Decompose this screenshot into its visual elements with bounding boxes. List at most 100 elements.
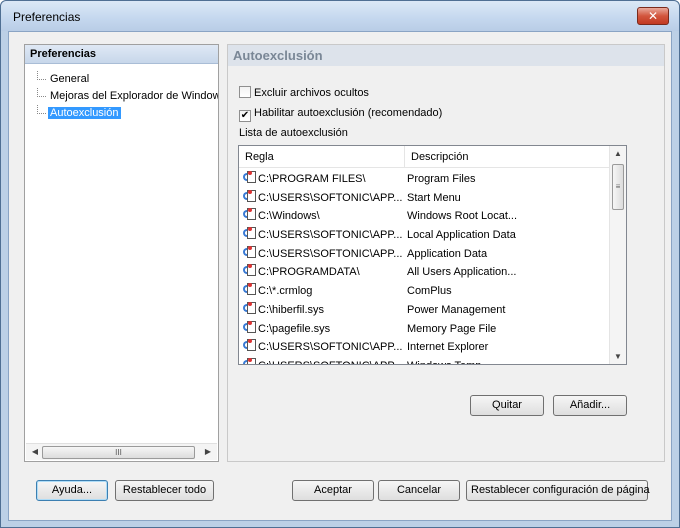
rule-cell: C:\hiberfil.sys	[243, 301, 408, 319]
description-cell: ComPlus	[407, 285, 452, 298]
rule-cell: C:\*.crmlog	[243, 282, 408, 300]
scroll-right-icon[interactable]: ▶	[203, 447, 213, 456]
exclusion-rule-icon	[243, 357, 256, 364]
rule-cell: C:\USERS\SOFTONIC\APP...	[243, 357, 408, 364]
description-cell: Local Application Data	[407, 229, 516, 242]
help-button[interactable]: Ayuda...	[36, 480, 108, 501]
list-item[interactable]: C:\pagefile.sys Memory Page File	[239, 320, 610, 339]
description-cell: Windows Root Locat...	[407, 210, 518, 223]
dialog-body: Preferencias General Mejoras del Explora…	[8, 31, 672, 521]
tree-branch-line	[37, 105, 46, 114]
rule-cell: C:\Windows\	[243, 207, 408, 225]
column-header-description[interactable]: Descripción	[405, 146, 610, 168]
add-button[interactable]: Añadir...	[553, 395, 627, 416]
reset-all-button[interactable]: Restablecer todo	[115, 480, 214, 501]
exclude-hidden-files-checkbox[interactable]: Excluir archivos ocultos	[239, 86, 369, 102]
rule-text: C:\USERS\SOFTONIC\APP...	[258, 247, 403, 260]
horizontal-scroll-thumb[interactable]: III	[42, 446, 195, 459]
exclusion-rule-icon	[243, 245, 256, 259]
list-item[interactable]: C:\Windows\ Windows Root Locat...	[239, 207, 610, 226]
rule-cell: C:\USERS\SOFTONIC\APP...	[243, 189, 408, 207]
tree-item-label: Mejoras del Explorador de Windows	[50, 90, 218, 102]
rule-text: C:\USERS\SOFTONIC\APP...	[258, 341, 403, 354]
rule-text: C:\PROGRAMDATA\	[258, 266, 360, 279]
cancel-button[interactable]: Cancelar	[378, 480, 460, 501]
rule-cell: C:\PROGRAMDATA\	[243, 263, 408, 281]
rule-cell: C:\USERS\SOFTONIC\APP...	[243, 245, 408, 263]
scroll-down-icon[interactable]: ▼	[610, 352, 626, 361]
window-title: Preferencias	[13, 10, 81, 24]
checkbox-box[interactable]	[239, 86, 251, 98]
navigation-tree: General Mejoras del Explorador de Window…	[25, 71, 218, 122]
exclusion-rule-icon	[243, 320, 256, 334]
rule-cell: C:\pagefile.sys	[243, 320, 408, 338]
rule-text: C:\USERS\SOFTONIC\APP...	[258, 360, 402, 364]
exclusion-list[interactable]: Regla Descripción C:\PROGRAM FILES\ Progr…	[238, 145, 627, 365]
list-item[interactable]: C:\USERS\SOFTONIC\APP... Internet Explore…	[239, 338, 610, 357]
navigation-header: Preferencias	[25, 45, 218, 64]
tree-item-general[interactable]: General	[25, 71, 218, 88]
scroll-left-icon[interactable]: ◀	[30, 447, 40, 456]
scroll-up-icon[interactable]: ▲	[610, 149, 626, 158]
exclusion-rule-icon	[243, 301, 256, 315]
rule-cell: C:\PROGRAM FILES\	[243, 170, 408, 188]
tree-branch-line	[37, 88, 46, 97]
accept-button[interactable]: Aceptar	[292, 480, 374, 501]
rule-text: C:\PROGRAM FILES\	[258, 173, 366, 185]
description-cell: Memory Page File	[407, 322, 497, 335]
exclusion-rule-icon	[243, 189, 256, 203]
list-header: Regla Descripción	[239, 146, 610, 168]
rule-text: C:\*.crmlog	[258, 285, 313, 298]
rule-text: C:\USERS\SOFTONIC\APP...	[258, 191, 403, 204]
checkbox-box[interactable]: ✔	[239, 110, 251, 122]
rule-text: C:\pagefile.sys	[258, 322, 331, 335]
navigation-panel: Preferencias General Mejoras del Explora…	[24, 44, 219, 462]
list-item[interactable]: C:\USERS\SOFTONIC\APP... Application Data	[239, 245, 610, 264]
description-cell: All Users Application...	[407, 266, 517, 279]
horizontal-scrollbar[interactable]: ◀ III ▶	[26, 443, 217, 460]
autoexclusion-panel: Autoexclusión Excluir archivos ocultos ✔…	[227, 44, 665, 462]
list-item[interactable]: C:\USERS\SOFTONIC\APP... Start Menu	[239, 189, 610, 208]
list-item[interactable]: C:\PROGRAMDATA\ All Users Application...	[239, 263, 610, 282]
description-cell: Start Menu	[407, 191, 461, 204]
vertical-scroll-thumb[interactable]: ≡	[612, 164, 624, 210]
exclusion-rule-icon	[243, 283, 256, 296]
description-cell: Program Files	[407, 173, 476, 185]
rule-text: C:\Windows\	[258, 210, 320, 223]
list-item[interactable]: C:\USERS\SOFTONIC\APP... Windows Temp	[239, 357, 610, 364]
list-item[interactable]: C:\*.crmlog ComPlus	[239, 282, 610, 301]
exclusion-rule-icon	[243, 208, 256, 221]
column-header-rule[interactable]: Regla	[239, 146, 405, 168]
tree-branch-line	[37, 71, 46, 80]
tree-item-explorer-enhancements[interactable]: Mejoras del Explorador de Windows	[25, 88, 218, 105]
rule-cell: C:\USERS\SOFTONIC\APP...	[243, 338, 408, 356]
check-icon: ✔	[240, 110, 250, 121]
exclusion-rule-icon	[243, 227, 256, 240]
close-button[interactable]: ✕	[637, 7, 669, 25]
rule-cell: C:\USERS\SOFTONIC\APP...	[243, 226, 408, 244]
description-cell: Application Data	[407, 247, 488, 260]
exclusion-rule-icon	[243, 264, 256, 277]
description-cell: Internet Explorer	[407, 341, 489, 354]
list-item[interactable]: C:\hiberfil.sys Power Management	[239, 301, 610, 320]
tree-item-autoexclusion[interactable]: Autoexclusión	[25, 105, 218, 122]
title-bar[interactable]: Preferencias ✕	[1, 1, 679, 31]
exclusion-rule-icon	[243, 171, 256, 184]
enable-autoexclusion-checkbox[interactable]: ✔ Habilitar autoexclusión (recomendado)	[239, 106, 442, 122]
description-cell: Windows Temp	[407, 357, 607, 364]
list-item[interactable]: C:\USERS\SOFTONIC\APP... Local Applicatio…	[239, 226, 610, 245]
close-icon: ✕	[647, 9, 659, 23]
reset-page-button[interactable]: Restablecer configuración de página	[466, 480, 650, 501]
exclusion-list-caption: Lista de autoexclusión	[239, 127, 348, 139]
vertical-scrollbar[interactable]: ▲ ≡ ▼	[609, 146, 626, 364]
list-body: C:\PROGRAM FILES\ Program Files C:\USERS\S…	[239, 170, 610, 364]
tree-item-label: General	[50, 73, 90, 85]
rule-text: C:\hiberfil.sys	[258, 303, 325, 316]
description-cell: Power Management	[407, 303, 506, 316]
list-item[interactable]: C:\PROGRAM FILES\ Program Files	[239, 170, 610, 189]
panel-title: Autoexclusión	[228, 45, 664, 66]
exclusion-rule-icon	[243, 339, 256, 352]
remove-button[interactable]: Quitar	[470, 395, 544, 416]
rule-text: C:\USERS\SOFTONIC\APP...	[258, 229, 403, 242]
tree-item-label: Autoexclusión	[48, 107, 121, 119]
